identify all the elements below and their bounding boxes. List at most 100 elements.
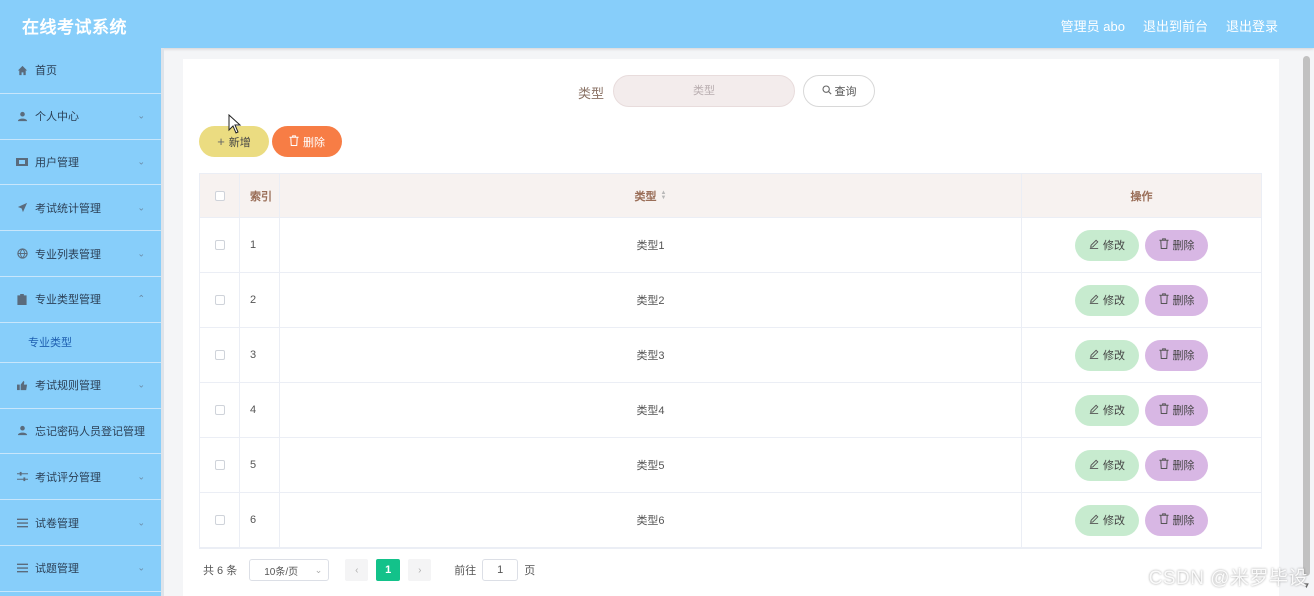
row-type: 类型6 [280,493,1022,547]
sort-icon[interactable]: ▲ ▼ [661,190,667,201]
row-actions: 修改 删除 [1022,493,1261,547]
row-index: 4 [240,383,280,437]
vertical-scrollbar[interactable]: ▼ [1302,54,1311,590]
sidebar-item-exam-stats[interactable]: 考试统计管理 ⌄ [0,185,161,232]
row-index: 3 [240,328,280,382]
send-icon [16,202,28,214]
list-icon [16,562,28,574]
sidebar-item-label: 考试统计管理 [35,202,101,215]
table-row: 4 类型4 修改 删除 [200,383,1261,438]
current-user: 管理员 abo [1060,19,1125,34]
edit-button[interactable]: 修改 [1075,449,1139,481]
sidebar-item-home[interactable]: 首页 [0,48,161,94]
search-bar: 类型 类型 查询 [183,75,1279,107]
sidebar-item-major-type[interactable]: 专业类型管理 ⌃ [0,277,161,323]
table-row: 3 类型3 修改 删除 [200,328,1261,383]
sidebar-item-exam-rules[interactable]: 考试规则管理 ⌄ [0,363,161,409]
row-checkbox[interactable] [214,515,225,525]
chevron-down-icon: ⌄ [137,471,145,482]
logout-link[interactable]: 退出登录 [1226,16,1278,35]
delete-button[interactable]: 删除 [1145,504,1208,536]
page-size-value: 10条/页 [264,566,299,578]
user-icon [16,425,28,437]
next-page-button[interactable]: › [408,559,432,581]
select-all-cell [200,174,240,217]
row-select-cell [200,383,240,437]
query-button[interactable]: 查询 [803,75,875,107]
scrollbar-thumb[interactable] [1303,56,1310,576]
mouse-pointer-icon [228,113,242,139]
back-to-front-link[interactable]: 退出到前台 [1143,16,1208,35]
delete-button-label: 删除 [1172,350,1195,362]
trash-icon [1158,513,1169,527]
row-checkbox[interactable] [214,240,225,250]
edit-icon [1089,294,1099,307]
row-index: 1 [240,218,280,272]
row-actions: 修改 删除 [1022,438,1261,492]
row-type: 类型4 [280,383,1022,437]
edit-icon [1089,459,1099,472]
row-actions: 修改 删除 [1022,218,1261,272]
row-select-cell [200,273,240,327]
trash-icon [1158,458,1169,472]
delete-button-label: 删除 [1172,240,1195,252]
delete-button[interactable]: 删除 [1145,284,1208,316]
chevron-right-icon: › [418,564,422,576]
page-number-1[interactable]: 1 [376,559,401,581]
edit-button[interactable]: 修改 [1075,394,1139,426]
delete-button[interactable]: 删除 [1145,229,1208,261]
sidebar-item-profile[interactable]: 个人中心 ⌄ [0,94,161,140]
delete-button[interactable]: 删除 [1145,449,1208,481]
row-checkbox[interactable] [214,350,225,360]
delete-button[interactable]: 删除 [1145,394,1208,426]
delete-button[interactable]: 删除 [1145,339,1208,371]
sidebar-item-label: 专业类型管理 [35,294,101,307]
goto-page-input[interactable]: 1 [482,559,519,581]
edit-button-label: 修改 [1103,515,1125,527]
edit-button[interactable]: 修改 [1075,504,1139,536]
table-row: 6 类型6 修改 删除 [200,493,1261,548]
row-type: 类型2 [280,273,1022,327]
row-index: 6 [240,493,280,547]
edit-icon [1089,514,1099,527]
prev-page-button[interactable]: ‹ [345,559,369,581]
sidebar-subitem-major-type[interactable]: 专业类型 [0,323,161,363]
row-checkbox[interactable] [214,405,225,415]
column-header-type[interactable]: 类型 ▲ ▼ [280,174,1022,217]
sidebar-item-papers[interactable]: 试卷管理 ⌄ [0,500,161,546]
page-suffix: 页 [524,565,536,577]
data-table: 索引 类型 ▲ ▼ 操作 1 类型1 修改 删除 2 类型2 修改 删除 3 类… [199,173,1262,549]
batch-delete-button[interactable]: 删除 [272,126,342,157]
select-all-checkbox[interactable] [214,190,225,201]
trash-icon [289,134,299,149]
sidebar-item-label: 忘记密码人员登记管理 [35,425,145,438]
table-row: 1 类型1 修改 删除 [200,218,1261,273]
chevron-down-icon: ⌄ [314,564,323,575]
row-select-cell [200,493,240,547]
sidebar-item-forgot-password[interactable]: 忘记密码人员登记管理 [0,409,161,455]
row-type: 类型1 [280,218,1022,272]
edit-button[interactable]: 修改 [1075,284,1139,316]
sidebar-item-exam-score[interactable]: 考试评分管理 ⌄ [0,454,161,501]
row-checkbox[interactable] [214,460,225,470]
sidebar-item-users[interactable]: 用户管理 ⌄ [0,140,161,186]
row-actions: 修改 删除 [1022,273,1261,327]
thumb-icon [16,379,28,391]
page-size-select[interactable]: 10条/页 ⌄ [249,559,330,581]
sidebar-item-major-list[interactable]: 专业列表管理 ⌄ [0,231,161,277]
chevron-down-icon: ⌄ [137,156,145,167]
search-input[interactable]: 类型 [613,75,795,107]
trash-icon [1158,238,1169,252]
edit-button[interactable]: 修改 [1075,339,1139,371]
chevron-down-icon: ⌄ [137,248,145,259]
top-header: 在线考试系统 管理员 abo 退出到前台 退出登录 [0,0,1314,48]
list-icon [16,517,28,529]
table-row: 5 类型5 修改 删除 [200,438,1261,493]
row-select-cell [200,328,240,382]
row-checkbox[interactable] [214,295,225,305]
sidebar-item-questions[interactable]: 试题管理 ⌄ [0,546,161,592]
watermark: CSDN @米罗毕设 [1148,568,1308,589]
edit-icon [1089,239,1099,252]
edit-button[interactable]: 修改 [1075,229,1139,261]
trash-icon [1158,293,1169,307]
